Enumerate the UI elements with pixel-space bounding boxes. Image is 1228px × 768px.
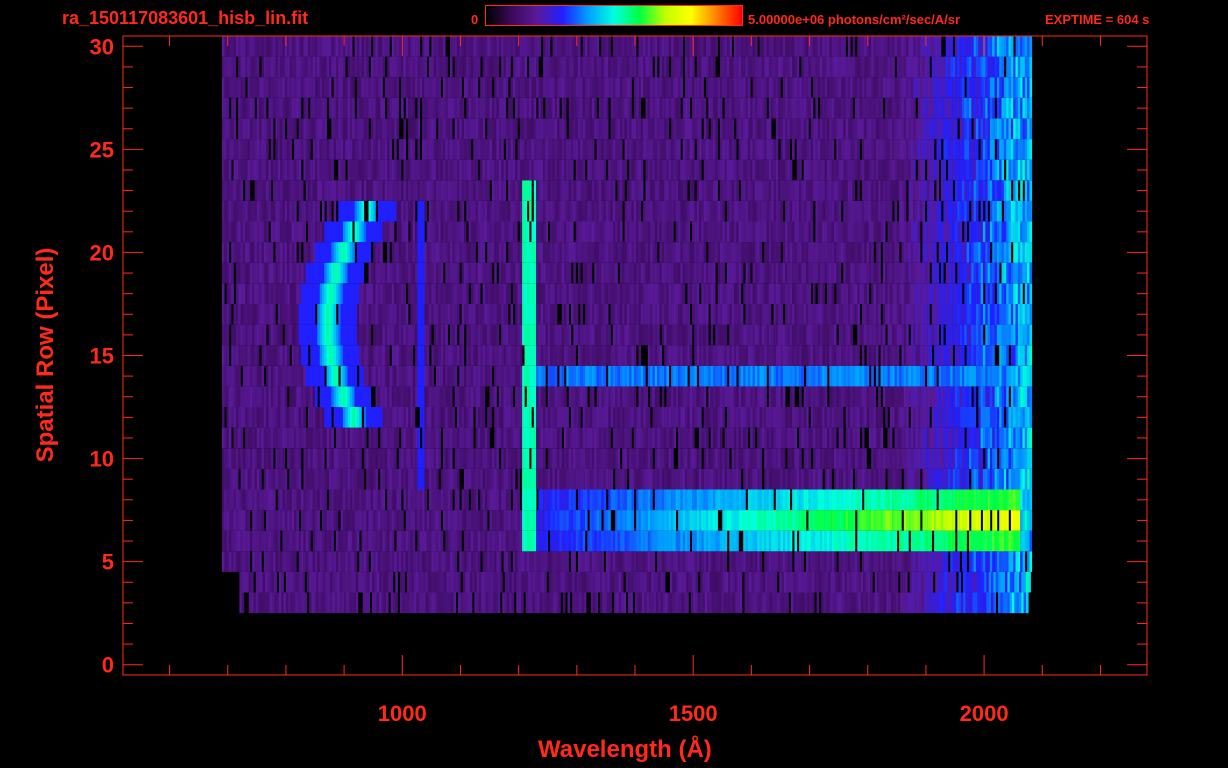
y-tick-label: 0: [102, 653, 114, 678]
x-tick-label: 2000: [960, 701, 1009, 726]
x-tick-label: 1500: [669, 701, 718, 726]
y-tick-label: 20: [90, 240, 114, 265]
x-axis-title: Wavelength (Å): [538, 736, 712, 763]
y-tick-label: 10: [90, 447, 114, 472]
y-tick-label: 5: [102, 550, 114, 575]
y-tick-label: 15: [90, 344, 114, 369]
y-tick-label: 25: [90, 137, 114, 162]
y-axis-title: Spatial Row (Pixel): [32, 247, 59, 463]
y-tick-label: 30: [90, 34, 114, 59]
spectrum-heatmap: 1000 1500 2000 0 5 10 15 20 25 30: [90, 34, 1148, 726]
heatmap-cells: [221, 36, 1033, 614]
x-tick-label: 1000: [378, 701, 427, 726]
